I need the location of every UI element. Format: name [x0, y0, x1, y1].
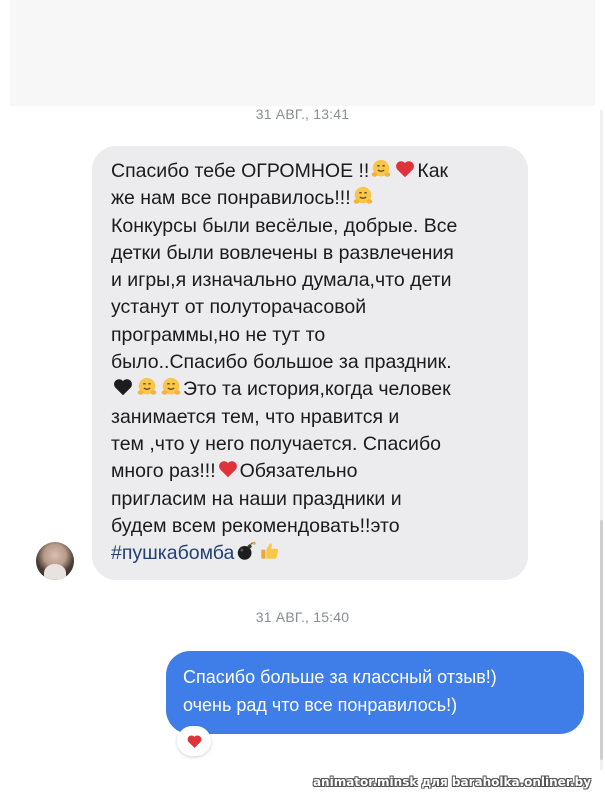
hugging-face-emoji-icon: [353, 187, 372, 204]
previous-content-area: [10, 0, 595, 106]
red-heart-emoji-icon: [218, 461, 237, 478]
outgoing-message-text: Спасибо больше за классный отзыв!) очень…: [183, 667, 497, 715]
hugging-face-emoji-icon: [137, 378, 157, 396]
red-heart-icon: [187, 734, 201, 748]
sender-avatar[interactable]: [36, 542, 74, 580]
incoming-message-bubble[interactable]: Спасибо тебе ОГРОМНОЕ !! Как же нам все п…: [92, 146, 528, 580]
timestamp-first: 31 АВГ., 13:41: [255, 106, 350, 122]
black-heart-emoji-icon: [114, 379, 132, 396]
message-segment: Спасибо тебе ОГРОМНОЕ !!: [111, 160, 370, 182]
timestamp-second: 31 АВГ., 15:40: [255, 609, 350, 625]
thumbs-up-emoji-icon: [261, 543, 279, 559]
hugging-face-emoji-icon: [161, 378, 181, 396]
heart-reaction[interactable]: [177, 726, 211, 756]
outgoing-message-bubble[interactable]: Спасибо больше за классный отзыв!) очень…: [166, 651, 584, 734]
watermark: animator.minsk для baraholka.onliner.by: [312, 775, 591, 789]
red-heart-emoji-icon: [396, 161, 415, 178]
message-segment: Конкурсы были весёлые, добрые. Все детки…: [111, 214, 458, 374]
hugging-face-emoji-icon: [371, 159, 391, 177]
hashtag-link[interactable]: #пушкабомба: [111, 542, 234, 564]
incoming-message-text: Спасибо тебе ОГРОМНОЕ !! Как же нам все п…: [111, 158, 516, 567]
scrollbar-thumb[interactable]: [600, 520, 603, 760]
bomb-emoji-icon: [238, 541, 257, 560]
